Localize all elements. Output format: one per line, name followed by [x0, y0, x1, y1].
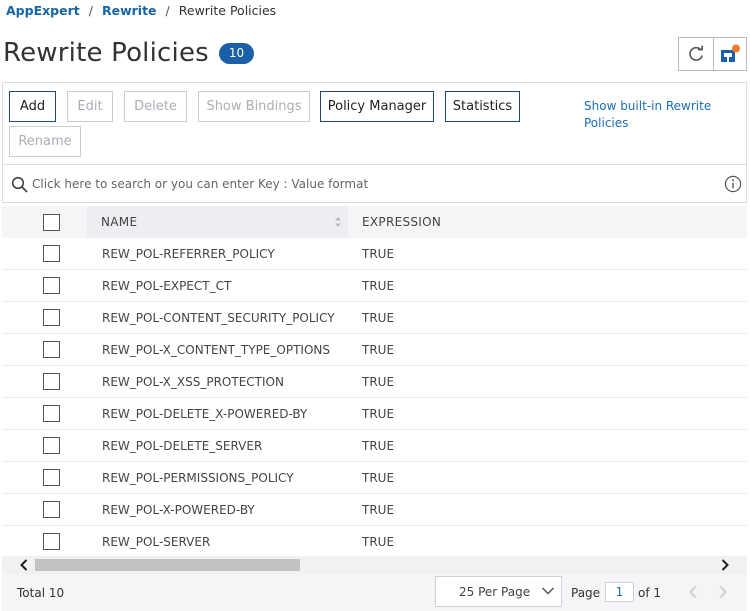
horizontal-scrollbar[interactable] [2, 556, 747, 574]
column-header-name[interactable]: NAME [87, 206, 348, 238]
column-header-expression[interactable]: EXPRESSION [362, 215, 441, 229]
show-builtin-policies-link[interactable]: Show built-in Rewrite Policies [584, 98, 734, 132]
row-name: REW_POL-X_XSS_PROTECTION [102, 375, 284, 389]
search-icon [11, 176, 28, 193]
page-label: Page [571, 586, 601, 600]
row-name: REW_POL-X-POWERED-BY [102, 503, 255, 517]
title-row: Rewrite Policies 10 [3, 38, 255, 68]
row-expression: TRUE [362, 375, 395, 389]
previous-page-icon[interactable] [688, 585, 698, 599]
refresh-button[interactable] [679, 38, 713, 70]
row-checkbox[interactable] [43, 469, 60, 486]
row-checkbox[interactable] [43, 501, 60, 518]
per-page-value: 25 Per Page [459, 584, 531, 599]
delete-button[interactable]: Delete [124, 91, 187, 122]
table-row[interactable]: REW_POL-DELETE_X-POWERED-BY TRUE [2, 398, 747, 430]
page-number-input[interactable] [605, 582, 634, 602]
row-name: REW_POL-EXPECT_CT [102, 279, 232, 293]
row-name: REW_POL-DELETE_SERVER [102, 439, 263, 453]
show-bindings-button[interactable]: Show Bindings [198, 91, 310, 122]
row-expression: TRUE [362, 535, 395, 549]
row-name: REW_POL-CONTENT_SECURITY_POLICY [102, 311, 335, 325]
per-page-select[interactable]: 25 Per Page [435, 576, 562, 607]
row-checkbox[interactable] [43, 277, 60, 294]
statistics-button[interactable]: Statistics [445, 91, 520, 122]
scroll-left-button[interactable] [16, 557, 32, 573]
table-row[interactable]: REW_POL-SERVER TRUE [2, 526, 747, 558]
row-name: REW_POL-REFERRER_POLICY [102, 247, 275, 261]
select-all-checkbox[interactable] [43, 214, 60, 231]
scroll-right-button[interactable] [717, 557, 733, 573]
table-row[interactable]: REW_POL-X-POWERED-BY TRUE [2, 494, 747, 526]
refresh-icon [688, 45, 703, 61]
table-row[interactable]: REW_POL-X_CONTENT_TYPE_OPTIONS TRUE [2, 334, 747, 366]
row-expression: TRUE [362, 407, 395, 421]
row-name: REW_POL-PERMISSIONS_POLICY [102, 471, 294, 485]
table-row[interactable]: REW_POL-PERMISSIONS_POLICY TRUE [2, 462, 747, 494]
chevron-left-icon [20, 559, 28, 571]
table-header: NAME EXPRESSION [2, 206, 747, 238]
config-cart-button[interactable] [712, 38, 747, 70]
edit-button[interactable]: Edit [67, 91, 113, 122]
config-cart-icon [720, 44, 740, 62]
breadcrumb: AppExpert / Rewrite / Rewrite Policies [6, 3, 276, 18]
breadcrumb-rewrite-link[interactable]: Rewrite [102, 3, 157, 18]
chevron-right-icon [721, 559, 729, 571]
scrollbar-thumb[interactable] [35, 559, 300, 571]
breadcrumb-separator: / [165, 3, 170, 18]
add-button[interactable]: Add [9, 91, 56, 122]
row-expression: TRUE [362, 247, 395, 261]
table-row[interactable]: REW_POL-DELETE_SERVER TRUE [2, 430, 747, 462]
sort-icon [335, 217, 341, 227]
policies-table: NAME EXPRESSION REW_POL-REFERRER_POLICY … [2, 206, 747, 558]
search-bar [2, 164, 747, 203]
row-checkbox[interactable] [43, 405, 60, 422]
policy-manager-button[interactable]: Policy Manager [320, 91, 434, 122]
table-row[interactable]: REW_POL-REFERRER_POLICY TRUE [2, 238, 747, 270]
search-input[interactable] [32, 173, 672, 195]
row-checkbox[interactable] [43, 309, 60, 326]
row-expression: TRUE [362, 439, 395, 453]
row-checkbox[interactable] [43, 341, 60, 358]
table-row[interactable]: REW_POL-EXPECT_CT TRUE [2, 270, 747, 302]
row-name: REW_POL-DELETE_X-POWERED-BY [102, 407, 308, 421]
info-icon[interactable] [724, 175, 742, 193]
rename-button[interactable]: Rename [9, 126, 81, 157]
row-checkbox[interactable] [43, 245, 60, 262]
table-row[interactable]: REW_POL-X_XSS_PROTECTION TRUE [2, 366, 747, 398]
next-page-icon[interactable] [718, 585, 728, 599]
total-count: Total 10 [17, 586, 65, 600]
row-name: REW_POL-SERVER [102, 535, 211, 549]
breadcrumb-separator: / [88, 3, 93, 18]
row-checkbox[interactable] [43, 533, 60, 550]
row-expression: TRUE [362, 311, 395, 325]
row-checkbox[interactable] [43, 437, 60, 454]
breadcrumb-appexpert-link[interactable]: AppExpert [6, 3, 80, 18]
page-total-label: of 1 [638, 586, 662, 600]
row-expression: TRUE [362, 279, 395, 293]
row-expression: TRUE [362, 343, 395, 357]
column-header-name-label: NAME [101, 215, 138, 229]
page-title: Rewrite Policies [3, 38, 209, 68]
header-actions [678, 37, 747, 71]
row-checkbox[interactable] [43, 373, 60, 390]
row-expression: TRUE [362, 503, 395, 517]
count-badge: 10 [218, 42, 255, 64]
breadcrumb-current: Rewrite Policies [178, 3, 277, 18]
table-row[interactable]: REW_POL-CONTENT_SECURITY_POLICY TRUE [2, 302, 747, 334]
row-name: REW_POL-X_CONTENT_TYPE_OPTIONS [102, 343, 330, 357]
row-expression: TRUE [362, 471, 395, 485]
chevron-down-icon [541, 587, 555, 595]
table-footer: Total 10 25 Per Page Page of 1 [2, 574, 747, 611]
toolbar: Add Edit Delete Show Bindings Policy Man… [2, 82, 747, 164]
